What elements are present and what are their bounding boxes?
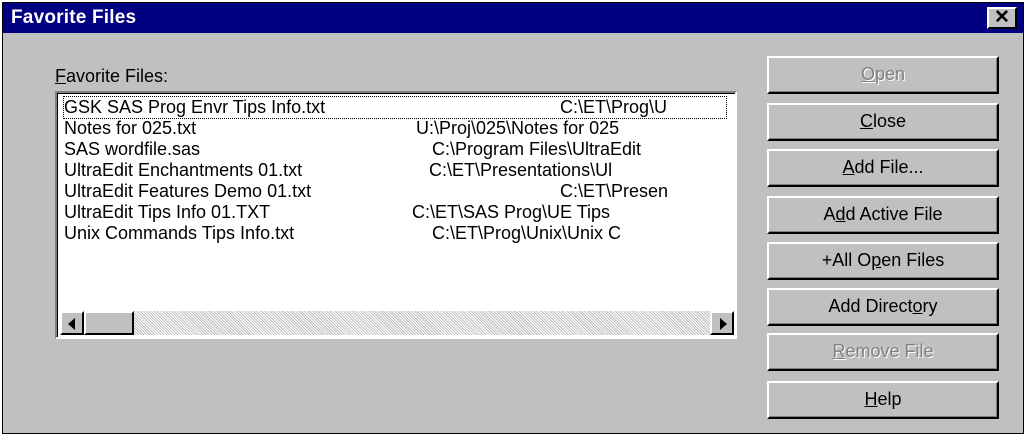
file-path: C:\ET\Presen (560, 181, 669, 201)
left-arrow-icon (68, 318, 75, 330)
open-button[interactable]: Open (767, 56, 999, 94)
scrollbar-thumb[interactable] (84, 311, 134, 335)
list-item[interactable]: Unix Commands Tips Info.txt C:\ET\Prog\U… (64, 223, 726, 244)
file-path: C:\Program Files\UltraEdit (432, 139, 642, 159)
scroll-right-button[interactable] (710, 311, 734, 335)
file-path: C:\ET\Prog\U (560, 97, 668, 117)
file-name: SAS wordfile.sas (64, 139, 201, 159)
file-path: C:\ET\SAS Prog\UE Tips (412, 202, 611, 222)
right-arrow-icon (720, 318, 727, 330)
scrollbar-track[interactable] (60, 311, 734, 335)
remove-file-button[interactable]: Remove File (767, 333, 999, 371)
window-title: Favorite Files (11, 7, 137, 28)
add-all-open-files-button[interactable]: +All Open Files (767, 242, 999, 280)
add-file-button[interactable]: Add File... (767, 149, 999, 187)
list-item[interactable]: Notes for 025.txt U:\Proj\025\Notes for … (64, 118, 726, 139)
favorite-files-dialog: Favorite Files ✕ Favorite Files: GSK SAS… (2, 2, 1024, 434)
help-button[interactable]: Help (767, 381, 999, 419)
file-name: UltraEdit Tips Info 01.TXT (64, 202, 271, 222)
close-button[interactable]: Close (767, 103, 999, 141)
file-path: C:\ET\Presentations\Ul (429, 160, 613, 180)
scroll-left-button[interactable] (60, 311, 84, 335)
favorite-files-listbox[interactable]: GSK SAS Prog Envr Tips Info.txt C:\ET\Pr… (55, 91, 737, 339)
file-name: Unix Commands Tips Info.txt (64, 223, 295, 243)
file-name: Notes for 025.txt (64, 118, 197, 138)
favorite-files-label: Favorite Files: (55, 66, 169, 86)
file-name: UltraEdit Features Demo 01.txt (64, 181, 312, 201)
close-window-button[interactable]: ✕ (987, 7, 1017, 29)
add-active-file-button[interactable]: Add Active File (767, 196, 999, 234)
file-path: C:\ET\Prog\Unix\Unix C (432, 223, 622, 243)
horizontal-scrollbar[interactable] (60, 311, 734, 335)
list-item[interactable]: UltraEdit Tips Info 01.TXT C:\ET\SAS Pro… (64, 202, 726, 223)
file-path: U:\Proj\025\Notes for 025 (416, 118, 620, 138)
file-name: UltraEdit Enchantments 01.txt (64, 160, 303, 180)
list-item[interactable]: GSK SAS Prog Envr Tips Info.txt C:\ET\Pr… (63, 96, 727, 119)
add-directory-button[interactable]: Add Directory (767, 288, 999, 326)
list-item[interactable]: SAS wordfile.sas C:\Program Files\UltraE… (64, 139, 726, 160)
list-item[interactable]: UltraEdit Features Demo 01.txt C:\ET\Pre… (64, 181, 726, 202)
title-bar[interactable]: Favorite Files ✕ (3, 3, 1023, 33)
file-name: GSK SAS Prog Envr Tips Info.txt (64, 97, 326, 117)
list-item[interactable]: UltraEdit Enchantments 01.txt C:\ET\Pres… (64, 160, 726, 181)
close-icon: ✕ (994, 7, 1010, 28)
